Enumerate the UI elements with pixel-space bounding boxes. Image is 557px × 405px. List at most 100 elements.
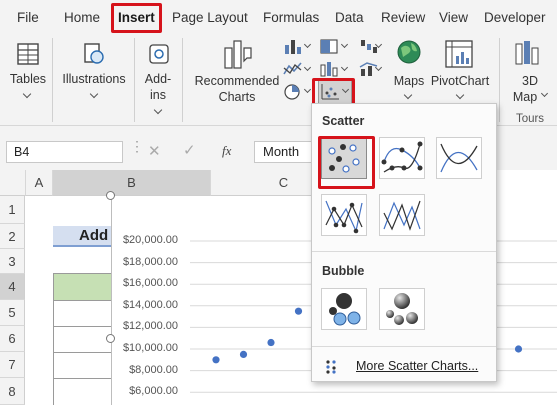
y-tick-label: $18,000.00 [122,255,178,268]
tab-home[interactable]: Home [64,10,100,25]
scatter-smooth-lines-option[interactable] [436,137,482,179]
tables-label[interactable]: Tables [8,72,48,87]
tab-page-layout[interactable]: Page Layout [172,10,248,25]
chevron-down-icon[interactable] [303,40,312,49]
cell-border [53,273,111,274]
recommended-charts-icon[interactable] [222,38,254,72]
scatter-straight-lines-markers-option[interactable] [321,194,367,236]
globe-icon[interactable] [395,38,423,68]
y-tick-label: $8,000.00 [129,363,178,376]
select-all-corner[interactable] [0,170,26,196]
row-header-3[interactable]: 3 [0,249,25,274]
y-tick-label: $14,000.00 [122,298,178,311]
addins-label-2[interactable]: ins [140,88,176,103]
row-header-2[interactable]: 2 [0,224,25,249]
pivotchart-icon[interactable] [443,38,475,70]
chevron-down-icon[interactable] [340,63,349,72]
tab-file[interactable]: File [17,10,39,25]
maps-label[interactable]: Maps [389,74,429,89]
y-tick-label: $16,000.00 [122,277,178,290]
row-header-1[interactable]: 1 [0,196,25,224]
row-header-5[interactable]: 5 [0,300,25,326]
3d-bubble-chart-icon [386,293,418,325]
chevron-down-icon[interactable] [22,89,32,99]
tab-view[interactable]: View [439,10,468,25]
y-tick-label: $10,000.00 [122,342,178,354]
row-header-8[interactable]: 8 [0,378,25,405]
column-header-a[interactable]: A [26,170,53,196]
bubble-section-title: Bubble [322,264,365,278]
recommended-charts-label-2[interactable]: Charts [192,90,282,105]
menu-bar: File Home Insert Page Layout Formulas Da… [0,0,557,34]
column-header-b[interactable]: B [53,170,211,196]
chevron-down-icon[interactable] [455,90,465,100]
data-point[interactable] [239,350,248,358]
pie-chart-icon[interactable] [282,83,304,101]
chart-resize-handle[interactable] [106,191,115,200]
table-icon[interactable] [14,41,42,67]
insert-tab-highlight [111,3,162,33]
illustrations-label[interactable]: Illustrations [58,72,130,87]
tab-developer[interactable]: Developer [484,10,546,25]
row-header-7[interactable]: 7 [0,352,25,378]
bubble-chart-icon [329,293,361,326]
formula-buttons: ⋮ ✕ ✓ fx [130,138,250,163]
scatter-straight-lines-option[interactable] [379,194,425,236]
chevron-down-icon[interactable] [403,90,413,100]
group-divider [182,38,183,122]
column-chart-icon[interactable] [282,37,304,55]
hierarchy-chart-icon[interactable] [318,37,340,55]
3d-map-icon[interactable] [513,38,543,70]
chevron-down-icon[interactable] [153,105,163,115]
chevron-down-icon[interactable] [340,40,349,49]
chevron-down-icon[interactable] [303,85,312,94]
row-header-4[interactable]: 4 [0,274,25,300]
scatter-smooth-lines-icon [440,143,478,173]
tours-group-label: Tours [515,113,545,125]
name-box[interactable]: B4 [6,141,123,163]
y-tick-label: $20,000.00 [122,234,178,246]
cancel-icon[interactable]: ✕ [148,142,161,160]
3d-map-label-2[interactable]: Map [505,90,545,105]
data-point[interactable] [294,307,303,315]
cell-border [53,274,54,405]
chart-resize-handle[interactable] [106,334,115,343]
scatter-straight-markers-icon [325,200,363,234]
data-point[interactable] [212,356,220,364]
y-tick-label: $12,000.00 [122,320,178,333]
more-scatter-charts-label[interactable]: More Scatter Charts... [356,359,478,373]
line-chart-icon[interactable] [282,60,304,78]
cell-border [53,378,111,379]
tab-data[interactable]: Data [335,10,364,25]
chevron-down-icon[interactable] [303,63,312,72]
cell-border [53,300,111,301]
group-divider [499,38,500,122]
3d-bubble-chart-option[interactable] [379,288,425,330]
table-header-cell[interactable] [53,274,111,300]
statistic-chart-icon[interactable] [318,60,340,78]
row-header-6[interactable]: 6 [0,326,25,352]
tab-review[interactable]: Review [381,10,425,25]
tab-formulas[interactable]: Formulas [263,10,319,25]
group-divider [134,38,135,122]
scatter-smooth-lines-markers-option[interactable] [379,137,425,179]
bubble-chart-option[interactable] [321,288,367,330]
3d-map-label-1[interactable]: 3D [510,74,550,89]
enter-icon[interactable]: ✓ [183,141,196,159]
addins-label-1[interactable]: Add- [140,72,176,87]
chevron-down-icon[interactable] [89,89,99,99]
data-point[interactable] [514,345,523,353]
scatter-section-title: Scatter [322,114,365,128]
more-icon[interactable]: ⋮ [130,138,144,155]
recommended-charts-label-1[interactable]: Recommended [192,74,282,89]
cell-border [53,352,111,353]
section-divider [312,346,496,347]
pivotchart-label[interactable]: PivotChart [429,74,491,89]
data-point[interactable] [267,338,275,347]
group-divider [52,38,53,122]
function-icon[interactable]: fx [222,143,231,159]
addins-icon[interactable] [146,40,172,68]
illustrations-icon[interactable] [80,40,108,68]
scatter-straight-lines-icon [383,200,421,231]
more-scatter-charts-link[interactable]: More Scatter Charts... [320,356,490,376]
